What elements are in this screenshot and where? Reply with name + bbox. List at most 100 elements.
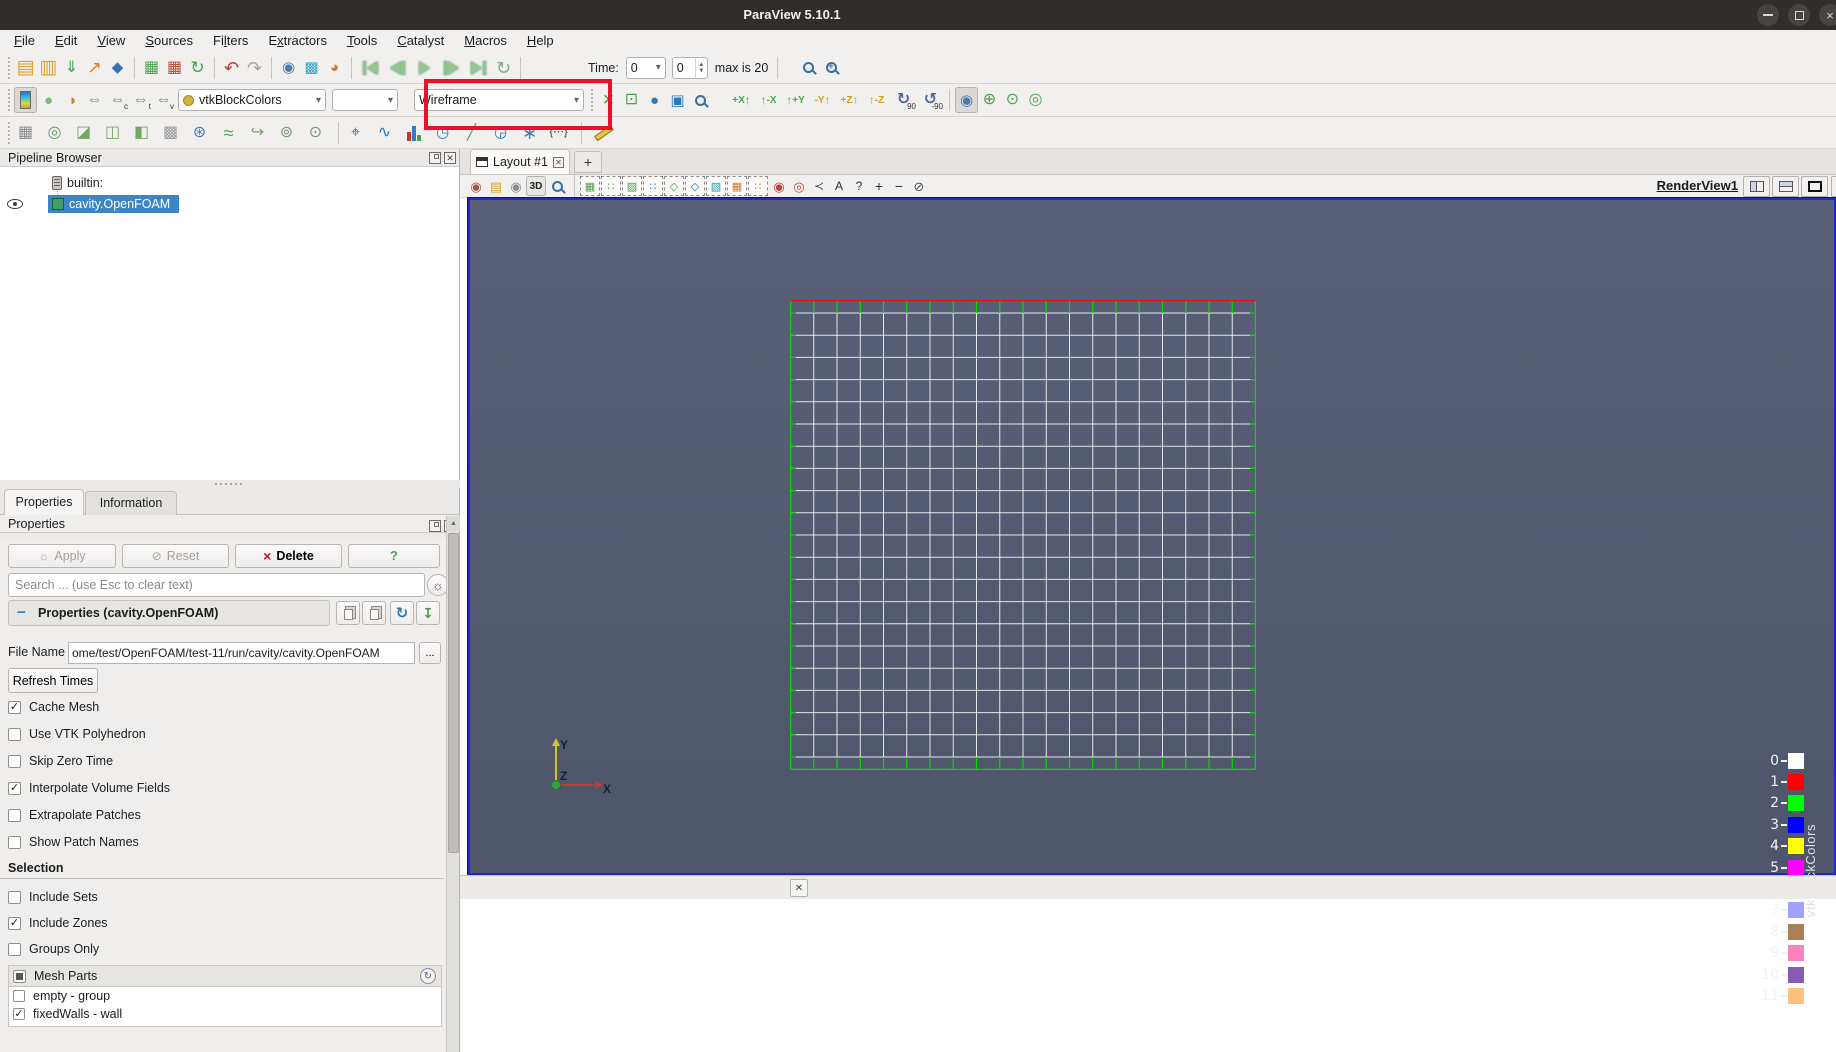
tab-information[interactable]: Information	[85, 491, 177, 515]
empty-group-checkbox[interactable]	[13, 990, 25, 1002]
close-view-button[interactable]: ✕	[1831, 176, 1836, 197]
slice-filter-button[interactable]: ◫	[101, 120, 124, 146]
tab-layout-1[interactable]: Layout #1 ✕	[470, 149, 570, 174]
pipeline-item-cavity[interactable]: cavity.OpenFOAM	[0, 194, 459, 214]
maximize-button[interactable]	[1788, 4, 1810, 26]
reload-properties-button[interactable]: ↻	[390, 601, 414, 625]
time-index-spinbox[interactable]: 0 ▲ ▼	[671, 56, 708, 79]
color-component-combo[interactable]: ▾	[332, 89, 398, 111]
rotate-90-cw-button[interactable]: ↻ 90	[890, 87, 917, 113]
reset-button[interactable]: ⊘ Reset	[122, 544, 229, 568]
menu-tools[interactable]: Tools	[337, 30, 387, 52]
probe-location-button[interactable]: ⌖	[344, 120, 367, 146]
menu-macros[interactable]: Macros	[454, 30, 517, 52]
select-polygon-points-button[interactable]: ◇	[685, 176, 705, 196]
rescale-to-temporal-range-button[interactable]: ⇔ t	[129, 87, 152, 113]
menu-view[interactable]: View	[87, 30, 135, 52]
save-screenshot-button[interactable]: ↗	[83, 55, 106, 81]
vcr-next-button[interactable]	[438, 55, 465, 81]
show-center-axes-button[interactable]: ⊙	[1001, 87, 1024, 113]
interactive-select-cells-button[interactable]: ▦	[727, 176, 747, 196]
pipeline-item-builtin[interactable]: builtin:	[0, 173, 459, 193]
spinbox-arrows[interactable]: ▲ ▼	[694, 57, 707, 78]
wireframe-mesh[interactable]	[790, 300, 1256, 770]
threshold-filter-button[interactable]: ◧	[130, 120, 153, 146]
toggle-interaction-mode-button[interactable]: 3D	[526, 176, 546, 196]
help-button[interactable]: ?	[348, 544, 440, 568]
scrollbar-thumb[interactable]	[448, 533, 459, 853]
set-view-direction-button[interactable]: ●	[643, 87, 666, 113]
show-patch-names-checkbox[interactable]	[8, 835, 21, 849]
camera-manipulator-button[interactable]: ◉	[955, 87, 978, 113]
load-state-button[interactable]: ◉	[277, 55, 300, 81]
toggle-color-legend-button[interactable]	[14, 87, 37, 113]
zoom-box-button[interactable]	[546, 173, 569, 199]
layout-tab-close-icon[interactable]: ✕	[552, 156, 564, 168]
fixedwalls-wall-checkbox[interactable]: ✓	[13, 1008, 25, 1020]
redo-button[interactable]: ↷	[243, 55, 266, 81]
restore-defaults-button[interactable]: ↧	[416, 601, 440, 625]
menu-catalyst[interactable]: Catalyst	[387, 30, 454, 52]
save-animation-button[interactable]: ◆	[106, 55, 129, 81]
view-plus-x-button[interactable]: +X ↑	[728, 87, 755, 113]
select-points-on-button[interactable]: ∷	[601, 176, 621, 196]
close-button[interactable]: ×	[1819, 4, 1836, 26]
view-plus-y-button[interactable]: ↑ +Y	[782, 87, 809, 113]
representation-combo[interactable]: Wireframe ▾	[414, 89, 584, 111]
clip-filter-button[interactable]: ◪	[72, 120, 95, 146]
properties-scrollbar[interactable]: ▲ ▼	[446, 516, 460, 1052]
show-orientation-axes-button[interactable]: ⊕	[978, 87, 1001, 113]
zoom-closest-button[interactable]: ▣	[666, 87, 689, 113]
edit-color-map-button[interactable]: ●	[37, 87, 60, 113]
warp-filter-button[interactable]: ↪	[246, 120, 269, 146]
select-polygon-cells-button[interactable]: ◇	[664, 176, 684, 196]
select-cells-on-button[interactable]: ▦	[580, 176, 600, 196]
hover-points-button[interactable]: ◎	[789, 176, 809, 196]
vcr-last-button[interactable]	[465, 55, 492, 81]
view-minus-y-button[interactable]: -Y ↑	[809, 87, 836, 113]
copy-properties-button[interactable]	[336, 601, 360, 625]
use-vtk-polyhedron-checkbox[interactable]	[8, 727, 21, 741]
interpolate-volume-fields-checkbox[interactable]: ✓	[8, 781, 21, 795]
open-file-button[interactable]: ▤	[14, 55, 37, 81]
browse-button[interactable]: ...	[419, 642, 441, 664]
rotate-90-ccw-button[interactable]: ↺ -90	[917, 87, 944, 113]
rescale-to-data-range-button[interactable]: ⇔	[83, 87, 106, 113]
zoom-to-box-button[interactable]	[689, 87, 712, 113]
extract-subset-button[interactable]: ▩	[159, 120, 182, 146]
include-sets-checkbox[interactable]	[8, 890, 21, 904]
file-name-input[interactable]	[68, 642, 415, 664]
extrapolate-patches-checkbox[interactable]	[8, 808, 21, 822]
scrollbar-up-button[interactable]: ▲	[447, 516, 460, 531]
select-cells-through-button[interactable]: ▨	[622, 176, 642, 196]
color-palette-button[interactable]: ◕	[323, 55, 346, 81]
search-input[interactable]	[8, 573, 425, 597]
stream-tracer-button[interactable]: ≈	[217, 120, 240, 146]
reset-session-button[interactable]: ↻	[186, 55, 209, 81]
group-datasets-button[interactable]: ⊚	[275, 120, 298, 146]
vcr-previous-button[interactable]	[384, 55, 411, 81]
use-separate-color-map-button[interactable]: ◑	[60, 87, 83, 113]
delete-button[interactable]: × Delete	[235, 544, 342, 568]
vcr-first-button[interactable]	[357, 55, 384, 81]
cache-mesh-checkbox[interactable]: ✓	[8, 700, 21, 714]
menu-extractors[interactable]: Extractors	[258, 30, 337, 52]
mesh-parts-refresh-icon[interactable]: ↻	[420, 968, 436, 984]
extract-time-steps-button[interactable]: ╱	[460, 120, 483, 146]
panel-splitter[interactable]	[0, 480, 460, 488]
mesh-parts-header[interactable]: Mesh Parts ↻	[8, 965, 442, 987]
skip-zero-time-checkbox[interactable]	[8, 754, 21, 768]
plot-over-time-button[interactable]: ◷	[431, 120, 454, 146]
menu-file[interactable]: File	[4, 30, 45, 52]
contour-filter-button[interactable]: ◎	[43, 120, 66, 146]
paste-properties-button[interactable]	[362, 601, 386, 625]
save-data-button[interactable]: ▥	[37, 55, 60, 81]
selection-labels-button[interactable]: A	[829, 176, 849, 196]
hover-cells-button[interactable]: ◉	[769, 176, 789, 196]
ungroup-button[interactable]: ⊙	[304, 120, 327, 146]
save-state-button[interactable]: ▩	[300, 55, 323, 81]
view-minus-z-button[interactable]: ↑ -Z	[863, 87, 890, 113]
render-viewport[interactable]: YXZ 01234567891011 vtkBlockColors	[467, 197, 1836, 1004]
pipeline-float-button[interactable]	[429, 152, 441, 164]
grow-selection-button[interactable]: +	[869, 176, 889, 196]
